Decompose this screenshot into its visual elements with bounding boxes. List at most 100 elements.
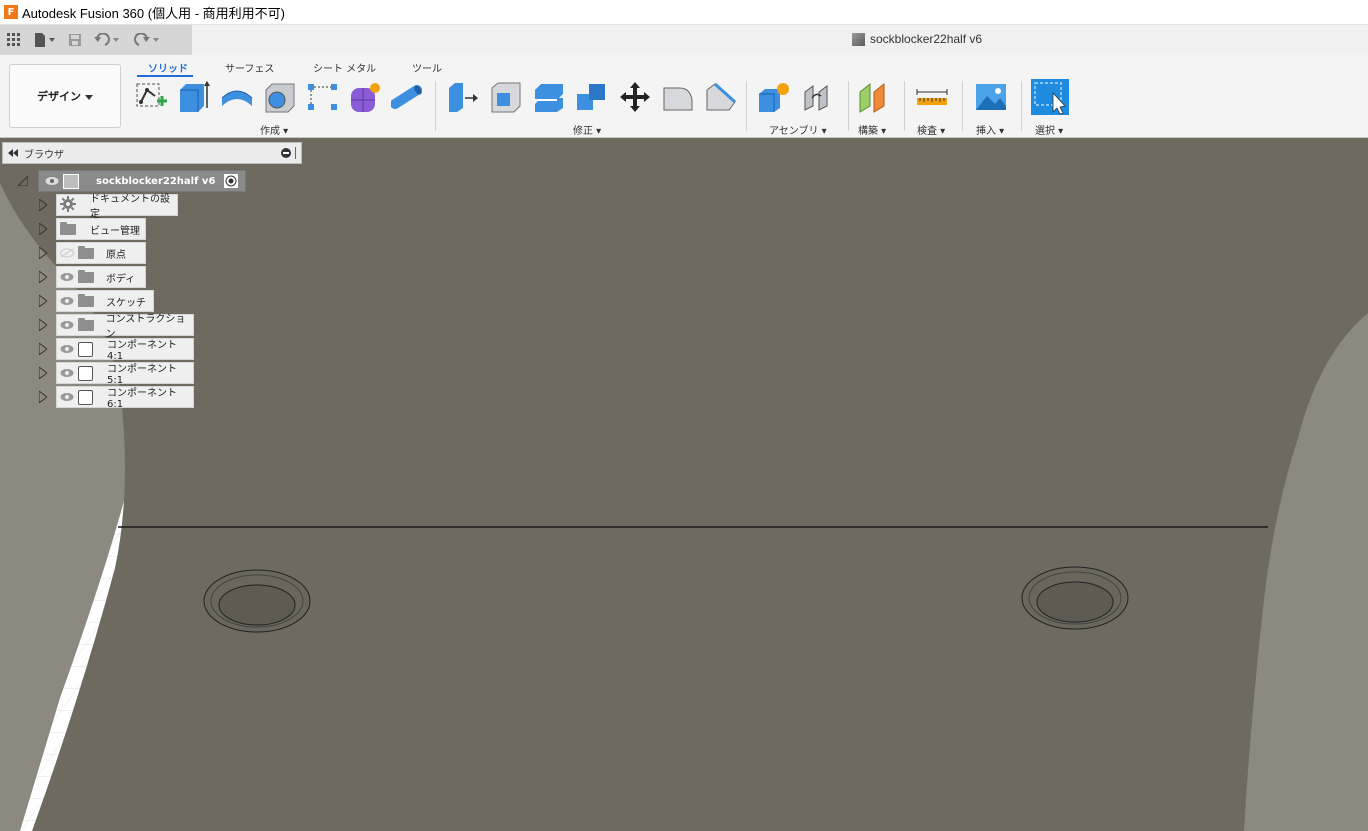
- joint-icon[interactable]: [799, 80, 835, 114]
- group-insert[interactable]: 挿入 ▾: [976, 122, 1004, 137]
- tree-node-label: 原点: [106, 249, 126, 261]
- visibility-eye-icon[interactable]: [60, 368, 74, 378]
- tab-sheet-metal[interactable]: シート メタル: [313, 60, 376, 75]
- group-assemble[interactable]: アセンブリ ▾: [769, 122, 827, 137]
- pipe-icon[interactable]: [390, 80, 427, 114]
- tree-collapsed-icon[interactable]: [38, 247, 48, 259]
- browser-minimize-icon[interactable]: [281, 148, 291, 161]
- tree-node-label: ボディ: [106, 273, 136, 285]
- move-copy-icon[interactable]: [617, 80, 653, 114]
- folder-icon: [78, 317, 94, 331]
- browser-pin-icon[interactable]: [295, 147, 296, 159]
- tree-node[interactable]: コンポーネント6:1: [56, 386, 194, 410]
- tree-node[interactable]: コンポーネント4:1: [56, 338, 194, 362]
- browser-item-bodies[interactable]: ボディ: [38, 266, 146, 288]
- tree-node[interactable]: コンポーネント5:1: [56, 362, 194, 386]
- browser-item-origin[interactable]: 原点: [38, 242, 146, 264]
- create-sketch-icon[interactable]: [133, 80, 169, 114]
- hole-icon[interactable]: [262, 80, 298, 114]
- tree-node[interactable]: スケッチ: [56, 290, 154, 312]
- collapse-browser-icon[interactable]: [8, 147, 18, 160]
- group-select[interactable]: 選択 ▾: [1035, 122, 1063, 137]
- browser-item-component-6[interactable]: コンポーネント6:1: [38, 386, 194, 410]
- press-pull-icon[interactable]: [445, 80, 481, 114]
- tree-collapsed-icon[interactable]: [38, 367, 48, 379]
- tree-node[interactable]: コンストラクション: [56, 314, 194, 340]
- group-construct[interactable]: 構築 ▾: [858, 122, 886, 137]
- browser-item-construction[interactable]: コンストラクション: [38, 314, 194, 340]
- browser-item-component-5[interactable]: コンポーネント5:1: [38, 362, 194, 386]
- visibility-eye-icon[interactable]: [45, 176, 59, 186]
- undo-icon[interactable]: [88, 25, 128, 55]
- group-modify-label: 修正: [573, 126, 593, 137]
- browser-item-sketches[interactable]: スケッチ: [38, 290, 154, 312]
- workspace-switcher-button[interactable]: デザイン: [9, 64, 121, 128]
- new-component-icon[interactable]: [756, 80, 792, 114]
- visibility-eye-icon[interactable]: [60, 392, 74, 402]
- offset-plane-icon[interactable]: [856, 80, 892, 114]
- group-inspect[interactable]: 検査 ▾: [917, 122, 945, 137]
- rectangular-pattern-icon[interactable]: [305, 80, 341, 114]
- tree-node[interactable]: ビュー管理: [56, 218, 146, 240]
- document-tab-label: sockblocker22half v6: [870, 32, 983, 46]
- tree-collapsed-icon[interactable]: [38, 271, 48, 283]
- group-select-label: 選択: [1035, 126, 1055, 137]
- select-icon[interactable]: [1031, 79, 1069, 115]
- visibility-eye-icon[interactable]: [60, 320, 74, 330]
- active-tab-indicator: [137, 75, 193, 77]
- measure-icon[interactable]: [914, 80, 950, 114]
- activate-radio-icon[interactable]: [224, 174, 238, 188]
- visibility-eye-icon[interactable]: [60, 272, 74, 282]
- file-menu-icon[interactable]: [28, 25, 62, 55]
- tree-collapsed-icon[interactable]: [38, 295, 48, 307]
- tree-collapsed-icon[interactable]: [38, 319, 48, 331]
- ribbon-separator: [904, 81, 905, 131]
- tree-collapsed-icon[interactable]: [38, 223, 48, 235]
- hidden-eye-icon[interactable]: [60, 248, 74, 258]
- fillet-icon[interactable]: [488, 80, 524, 114]
- tree-node[interactable]: ボディ: [56, 266, 146, 288]
- group-inspect-label: 検査: [917, 126, 937, 137]
- document-tab[interactable]: sockblocker22half v6: [852, 32, 982, 46]
- insert-image-icon[interactable]: [973, 80, 1009, 114]
- tree-collapsed-icon[interactable]: [38, 199, 48, 211]
- tab-surface[interactable]: サーフェス: [225, 60, 274, 75]
- draft-icon[interactable]: [703, 80, 739, 114]
- tab-solid[interactable]: ソリッド: [148, 60, 188, 75]
- redo-icon[interactable]: [128, 25, 168, 55]
- data-panel-grid-icon[interactable]: [0, 25, 28, 55]
- chevron-down-icon: [85, 90, 93, 103]
- canvas-viewport[interactable]: [0, 138, 1368, 831]
- tree-expanded-icon[interactable]: [18, 175, 28, 187]
- title-bar: F Autodesk Fusion 360 (個人用 - 商用利用不可): [0, 0, 1368, 25]
- revolve-icon[interactable]: [219, 80, 255, 114]
- tree-node[interactable]: ドキュメントの設定: [56, 194, 178, 220]
- group-create[interactable]: 作成 ▾: [260, 122, 288, 137]
- tree-collapsed-icon[interactable]: [38, 391, 48, 403]
- extrude-icon[interactable]: [176, 80, 212, 114]
- browser-item-document-settings[interactable]: ドキュメントの設定: [38, 194, 178, 220]
- browser-item-view-management[interactable]: ビュー管理: [38, 218, 146, 240]
- create-form-icon[interactable]: [348, 80, 384, 114]
- save-icon[interactable]: [62, 25, 88, 55]
- tab-tools[interactable]: ツール: [412, 60, 442, 75]
- chamfer-icon[interactable]: [660, 80, 696, 114]
- tree-collapsed-icon[interactable]: [38, 343, 48, 355]
- combine-icon[interactable]: [574, 80, 610, 114]
- ribbon-separator: [848, 81, 849, 131]
- browser-root-row[interactable]: sockblocker22half v6: [18, 170, 246, 192]
- shell-icon[interactable]: [531, 80, 567, 114]
- group-assemble-label: アセンブリ: [769, 126, 819, 137]
- ribbon-separator: [435, 81, 436, 131]
- visibility-eye-icon[interactable]: [60, 296, 74, 306]
- browser-item-component-4[interactable]: コンポーネント4:1: [38, 338, 194, 362]
- group-construct-label: 構築: [858, 126, 878, 137]
- root-component-node[interactable]: sockblocker22half v6: [38, 170, 246, 192]
- tree-node[interactable]: 原点: [56, 242, 146, 264]
- visibility-eye-icon[interactable]: [60, 344, 74, 354]
- folder-icon: [60, 221, 76, 235]
- toolbar-ribbon: デザイン ソリッド サーフェス シート メタル ツール 作成 ▾ 修正 ▾ アセ…: [0, 55, 1368, 138]
- group-modify[interactable]: 修正 ▾: [573, 122, 601, 137]
- hole-right: [1021, 566, 1129, 630]
- document-tab-bar: sockblocker22half v6: [192, 25, 1368, 55]
